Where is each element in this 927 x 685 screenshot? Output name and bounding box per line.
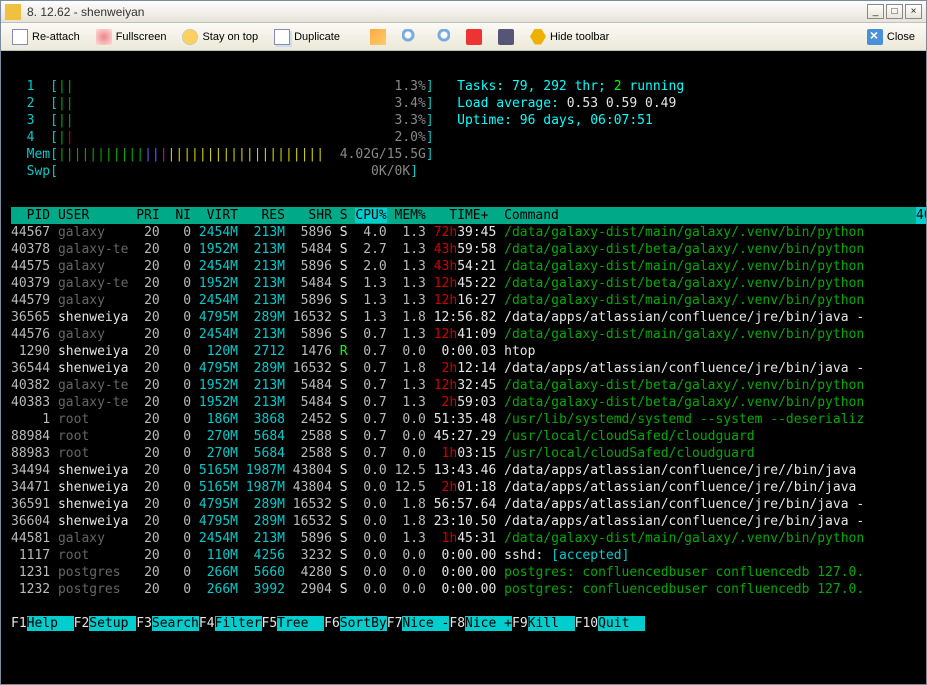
table-row[interactable]: 1231 postgres 20 0 266M 5660 4280 S 0.0 … (11, 564, 916, 581)
reattach-icon (12, 29, 28, 45)
window-title: 8. 12.62 - shenweiyan (27, 5, 867, 19)
table-row[interactable]: 88983 root 20 0 270M 5684 2588 S 0.7 0.0… (11, 445, 916, 462)
fkey-F4[interactable]: F4 (199, 616, 215, 631)
stay-on-top-button[interactable]: Stay on top (175, 26, 265, 48)
meters-section: 1 [|| 1.3%] Tasks: 79, 292 thr; 2 runnin… (11, 78, 916, 180)
table-row[interactable]: 44579 galaxy 20 0 2454M 213M 5896 S 1.3 … (11, 292, 916, 309)
table-row[interactable]: 40382 galaxy-te 20 0 1952M 213M 5484 S 0… (11, 377, 916, 394)
table-row[interactable]: 36544 shenweiya 20 0 4795M 289M 16532 S … (11, 360, 916, 377)
load-vals: 0.53 0.59 0.49 (567, 96, 677, 111)
uptime-label: Uptime: (457, 113, 520, 128)
table-row[interactable]: 1 root 20 0 186M 3868 2452 S 0.7 0.0 51:… (11, 411, 916, 428)
terminal[interactable]: 1 [|| 1.3%] Tasks: 79, 292 thr; 2 runnin… (1, 51, 926, 684)
table-row[interactable]: 40379 galaxy-te 20 0 1952M 213M 5484 S 1… (11, 275, 916, 292)
stay-on-top-label: Stay on top (202, 31, 258, 43)
fkey-label: Search (152, 616, 199, 631)
fullscreen-label: Fullscreen (116, 31, 167, 43)
mem-label: Mem (27, 147, 50, 162)
table-row[interactable]: 44567 galaxy 20 0 2454M 213M 5896 S 4.0 … (11, 224, 916, 241)
fkey-F10[interactable]: F10 (575, 616, 598, 631)
fkey-F9[interactable]: F9 (512, 616, 528, 631)
zoom-in-button[interactable] (395, 26, 425, 48)
process-table[interactable]: PID USER PRI NI VIRT RES SHR S CPU% MEM%… (11, 207, 916, 598)
swp-val: 0K/0K (371, 164, 410, 179)
load-label: Load average: (457, 96, 567, 111)
fkey-label: Setup (89, 616, 136, 631)
titlebar[interactable]: 8. 12.62 - shenweiyan _ □ × (1, 1, 926, 23)
table-row[interactable]: 1117 root 20 0 110M 4256 3232 S 0.0 0.0 … (11, 547, 916, 564)
disk-icon (466, 29, 482, 45)
fkey-F6[interactable]: F6 (324, 616, 340, 631)
table-row[interactable]: 34471 shenweiya 20 0 5165M 1987M 43804 S… (11, 479, 916, 496)
mem-val: 4.02G/15.5G (340, 147, 426, 162)
fkey-label: Tree (277, 616, 324, 631)
fkey-F1[interactable]: F1 (11, 616, 27, 631)
uptime-val: 96 days, 06:07:51 (520, 113, 653, 128)
fkey-F8[interactable]: F8 (449, 616, 465, 631)
hide-toolbar-button[interactable]: Hide toolbar (523, 26, 616, 48)
table-row[interactable]: 34494 shenweiya 20 0 5165M 1987M 43804 S… (11, 462, 916, 479)
fkey-F7[interactable]: F7 (387, 616, 403, 631)
app-window: 8. 12.62 - shenweiyan _ □ × Re-attach Fu… (0, 0, 927, 685)
duplicate-icon (274, 29, 290, 45)
minimize-button[interactable]: _ (867, 4, 884, 19)
tasks-label: Tasks: (457, 79, 512, 94)
table-row[interactable]: 36591 shenweiya 20 0 4795M 289M 16532 S … (11, 496, 916, 513)
table-row[interactable]: 36604 shenweiya 20 0 4795M 289M 16532 S … (11, 513, 916, 530)
table-header-row: PID USER PRI NI VIRT RES SHR S CPU% MEM%… (11, 207, 916, 224)
close-icon (867, 29, 883, 45)
fkey-F3[interactable]: F3 (136, 616, 152, 631)
fullscreen-button[interactable]: Fullscreen (89, 26, 174, 48)
cpu2-pct: 3.4% (395, 96, 426, 111)
cpu4-pct: 2.0% (395, 130, 426, 145)
edit-button[interactable] (363, 26, 393, 48)
close-label: Close (887, 31, 915, 43)
fkey-F2[interactable]: F2 (74, 616, 90, 631)
fkey-label: Help (27, 616, 74, 631)
function-keys[interactable]: F1Help F2Setup F3SearchF4FilterF5Tree F6… (11, 615, 916, 632)
pencil-icon (370, 29, 386, 45)
reattach-button[interactable]: Re-attach (5, 26, 87, 48)
lightning-icon (530, 29, 546, 45)
swp-label: Swp (27, 164, 50, 179)
fkey-label: SortBy (340, 616, 387, 631)
zoom-out-icon (434, 29, 450, 45)
cpu3-pct: 3.3% (395, 113, 426, 128)
duplicate-button[interactable]: Duplicate (267, 26, 347, 48)
hide-toolbar-label: Hide toolbar (550, 31, 609, 43)
fkey-label: Filter (215, 616, 262, 631)
toolbar: Re-attach Fullscreen Stay on top Duplica… (1, 23, 926, 51)
fkey-F5[interactable]: F5 (262, 616, 278, 631)
table-row[interactable]: 88984 root 20 0 270M 5684 2588 S 0.7 0.0… (11, 428, 916, 445)
print-button[interactable] (491, 26, 521, 48)
cpu1-pct: 1.3% (395, 79, 426, 94)
table-row[interactable]: 40383 galaxy-te 20 0 1952M 213M 5484 S 0… (11, 394, 916, 411)
fullscreen-icon (96, 29, 112, 45)
maximize-button[interactable]: □ (886, 4, 903, 19)
fkey-label: Nice + (465, 616, 512, 631)
table-row[interactable]: 44575 galaxy 20 0 2454M 213M 5896 S 2.0 … (11, 258, 916, 275)
fkey-label: Kill (528, 616, 575, 631)
table-row[interactable]: 40370 galaxy-te 20 0 1952M 213M 5484 S 4… (916, 207, 926, 224)
reattach-label: Re-attach (32, 31, 80, 43)
printer-icon (498, 29, 514, 45)
table-row[interactable]: 40378 galaxy-te 20 0 1952M 213M 5484 S 2… (11, 241, 916, 258)
table-row[interactable]: 1232 postgres 20 0 266M 3992 2904 S 0.0 … (11, 581, 916, 598)
table-row[interactable]: 44576 galaxy 20 0 2454M 213M 5896 S 0.7 … (11, 326, 916, 343)
duplicate-label: Duplicate (294, 31, 340, 43)
table-row[interactable]: 36565 shenweiya 20 0 4795M 289M 16532 S … (11, 309, 916, 326)
app-icon (5, 4, 21, 20)
close-window-button[interactable]: × (905, 4, 922, 19)
save-button[interactable] (459, 26, 489, 48)
close-button[interactable]: Close (860, 26, 922, 48)
table-row[interactable]: 44581 galaxy 20 0 2454M 213M 5896 S 0.0 … (11, 530, 916, 547)
fkey-label: Quit (598, 616, 645, 631)
fkey-label: Nice - (402, 616, 449, 631)
window-controls: _ □ × (867, 4, 922, 19)
zoom-out-button[interactable] (427, 26, 457, 48)
pin-icon (182, 29, 198, 45)
table-row[interactable]: 1290 shenweiya 20 0 120M 2712 1476 R 0.7… (11, 343, 916, 360)
zoom-in-icon (402, 29, 418, 45)
